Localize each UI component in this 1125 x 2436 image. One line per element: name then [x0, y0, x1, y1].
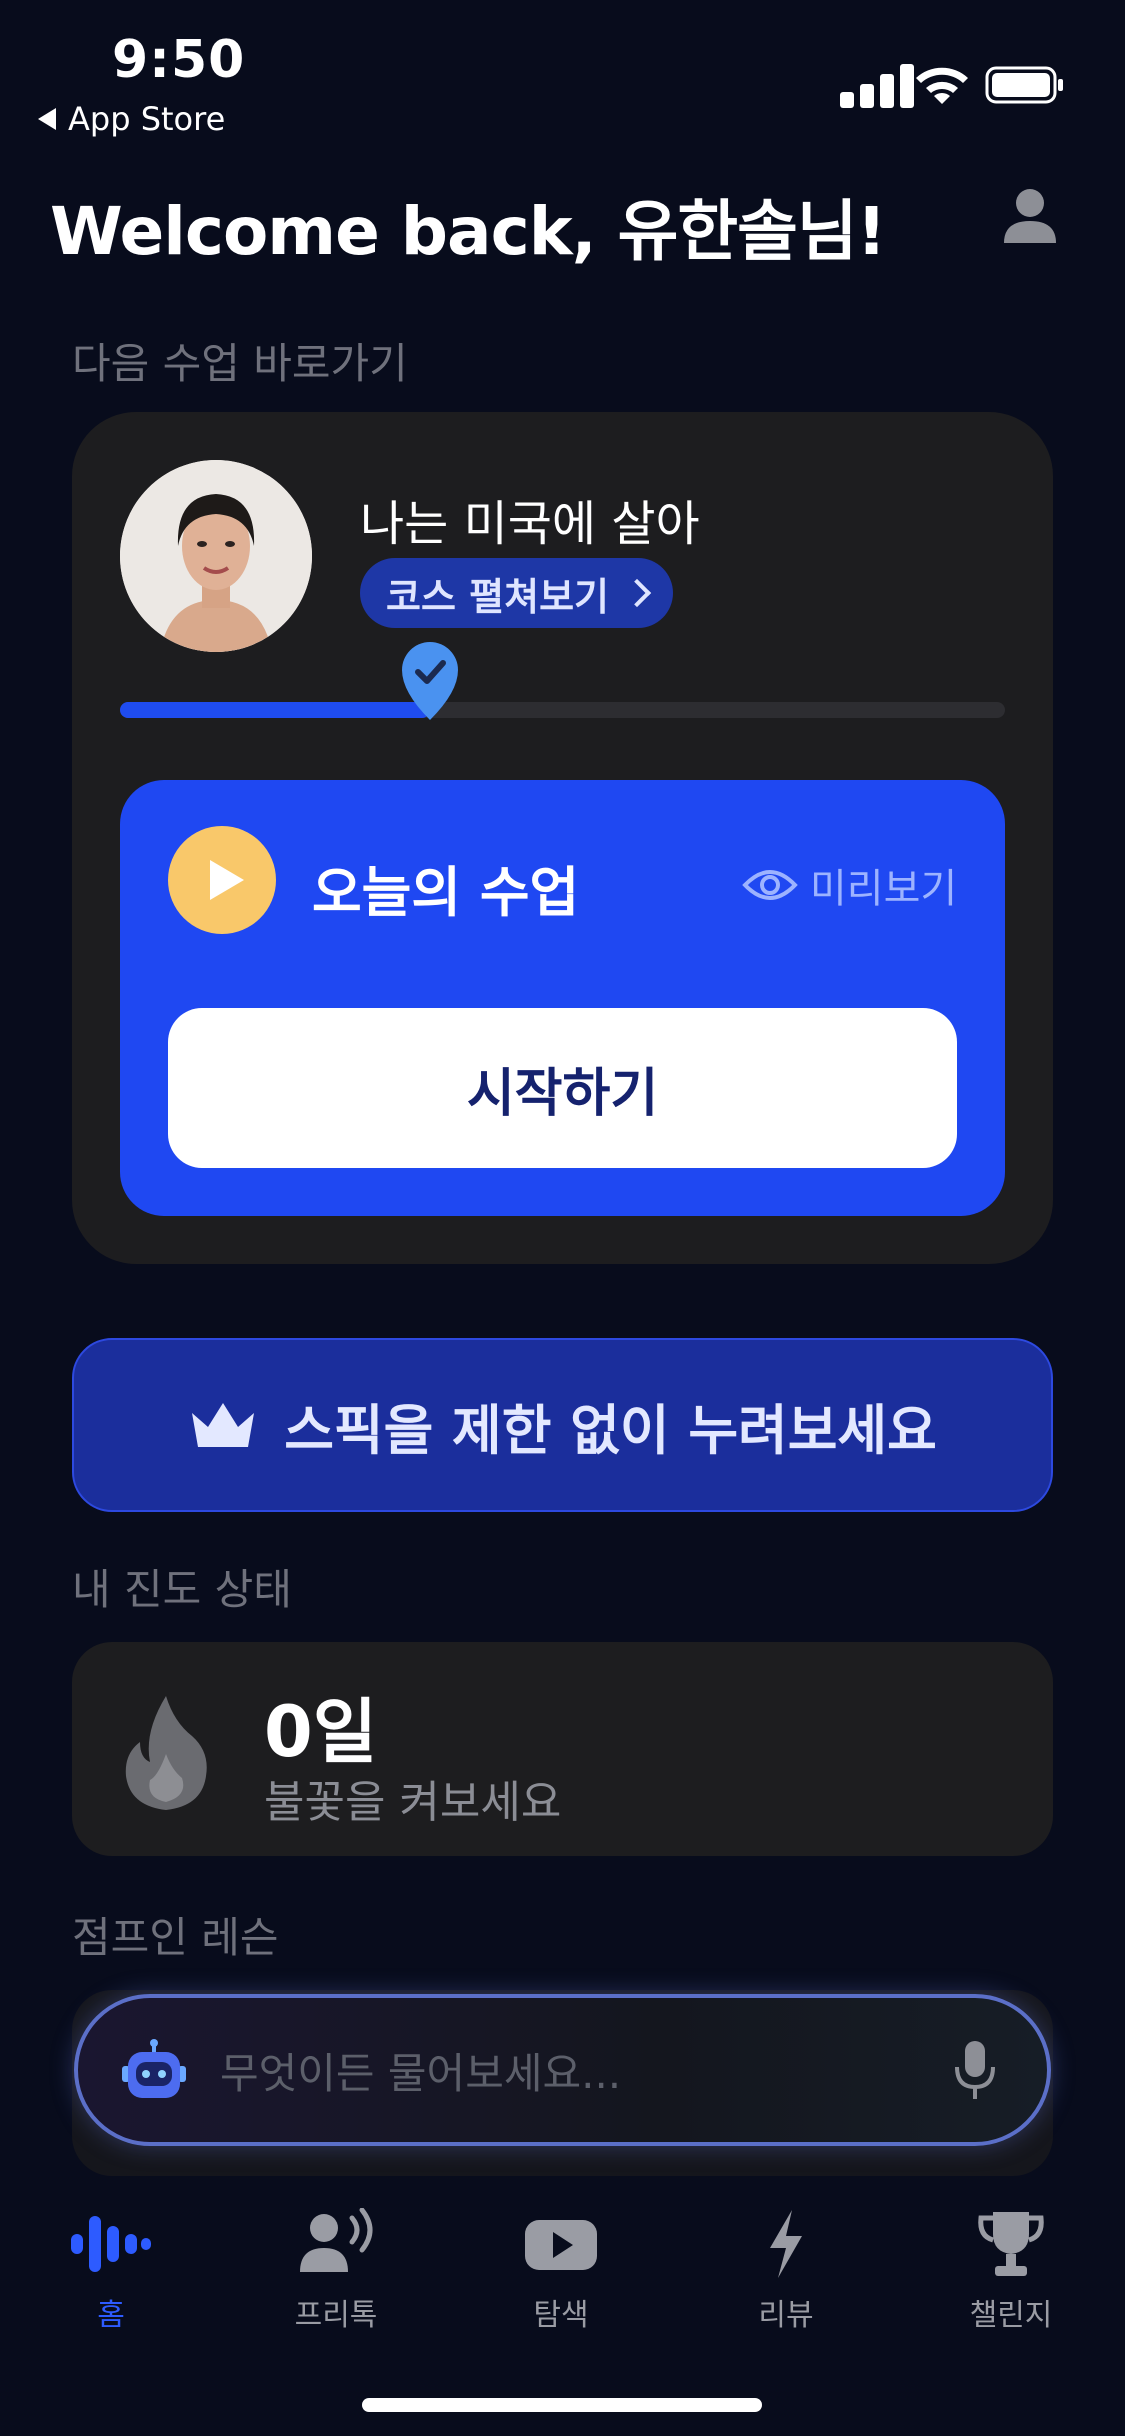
flame-icon	[125, 1696, 207, 1810]
today-class-title: 오늘의 수업	[312, 861, 580, 924]
progress-marker-check-icon	[401, 642, 458, 720]
tab-freetalk-label: 프리톡	[294, 2298, 378, 2333]
robot-icon	[122, 2039, 186, 2098]
tab-home[interactable]: 홈	[21, 2208, 201, 2334]
lightning-icon	[770, 2210, 802, 2278]
wifi-icon	[916, 67, 968, 104]
play-icon	[210, 860, 244, 900]
tab-challenge-label: 챌린지	[969, 2298, 1053, 2333]
streak-subtitle: 불꽃을 켜보세요	[264, 1777, 562, 1828]
eye-icon	[742, 870, 798, 900]
trophy-icon	[978, 2212, 1044, 2276]
premium-promo-banner[interactable]: 스픽을 제한 없이 누려보세요	[72, 1338, 1053, 1512]
home-indicator	[362, 2398, 762, 2412]
play-video-icon	[525, 2220, 597, 2270]
profile-icon[interactable]	[1000, 185, 1060, 245]
premium-promo-label: 스픽을 제한 없이 누려보세요	[284, 1398, 937, 1462]
tab-explore[interactable]: 탐색	[471, 2208, 651, 2334]
back-arrow-icon	[38, 108, 56, 130]
crown-icon	[192, 1403, 255, 1447]
course-progress-fill	[120, 702, 430, 718]
home-waveform-icon	[71, 2216, 151, 2272]
chevron-right-icon	[622, 578, 652, 608]
ask-anything-placeholder: 무엇이든 물어보세요...	[220, 2048, 622, 2098]
course-progress-track	[120, 642, 1005, 720]
preview-label: 미리보기	[810, 866, 958, 912]
start-class-button[interactable]: 시작하기	[168, 1008, 957, 1168]
tab-explore-label: 탐색	[533, 2298, 589, 2333]
course-title: 나는 미국에 살아	[360, 496, 700, 552]
expand-course-button[interactable]: 코스 펼쳐보기	[360, 558, 673, 628]
my-progress-section-title: 내 진도 상태	[72, 1565, 292, 1614]
ask-anything-input[interactable]: 무엇이든 물어보세요...	[74, 1994, 1051, 2146]
battery-icon	[985, 66, 1063, 104]
tab-challenge[interactable]: 챌린지	[921, 2208, 1101, 2334]
tutor-avatar	[120, 460, 312, 652]
tab-home-label: 홈	[97, 2298, 125, 2333]
expand-course-label: 코스 펼쳐보기	[386, 574, 609, 619]
welcome-title: Welcome back, 유한솔님!	[50, 193, 887, 270]
microphone-icon[interactable]	[953, 2039, 997, 2101]
streak-days: 0일	[264, 1691, 378, 1773]
back-label: App Store	[68, 100, 226, 138]
back-to-app-store[interactable]: App Store	[38, 100, 225, 138]
tab-freetalk[interactable]: 프리톡	[246, 2208, 426, 2334]
preview-button[interactable]: 미리보기	[742, 856, 957, 914]
status-time: 9:50	[112, 30, 246, 90]
tab-review-label: 리뷰	[758, 2298, 814, 2333]
tab-review[interactable]: 리뷰	[696, 2208, 876, 2334]
next-class-section-title: 다음 수업 바로가기	[72, 339, 408, 388]
freetalk-speaker-icon	[300, 2208, 373, 2272]
jump-in-section-title: 점프인 레슨	[72, 1913, 279, 1962]
streak-card[interactable]	[72, 1642, 1053, 1856]
